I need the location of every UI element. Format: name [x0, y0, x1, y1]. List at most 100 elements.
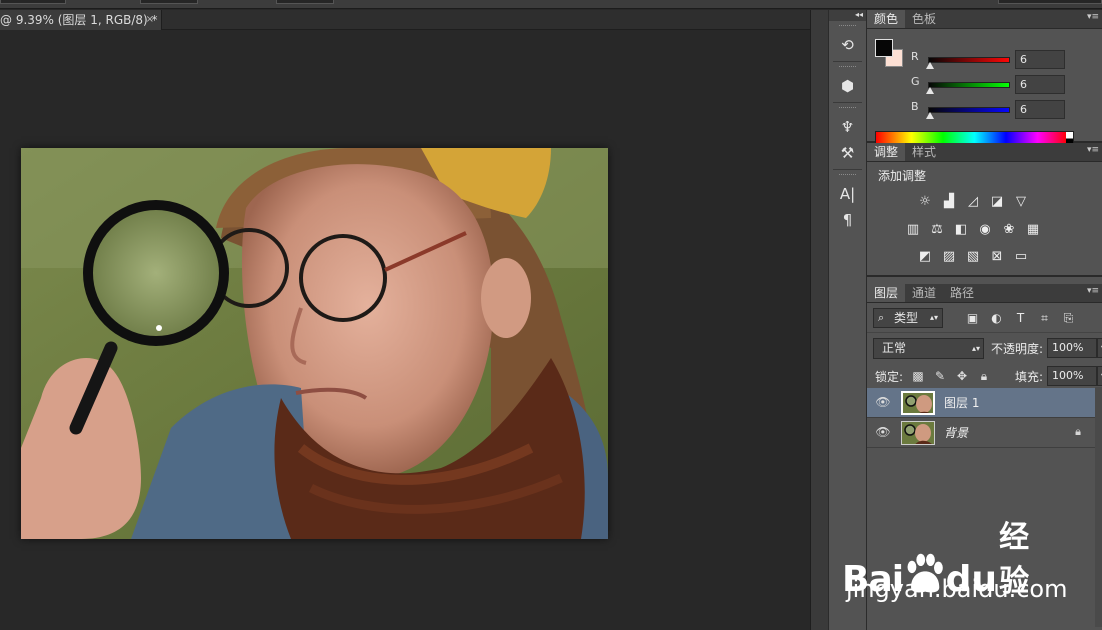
layer-kind-filter-select[interactable]: ⌕ 类型 ▴▾ [873, 308, 943, 328]
curves-icon[interactable]: ◿ [961, 191, 985, 211]
lock-transparent-pixels-icon[interactable]: ▩ [910, 368, 926, 384]
tab-color[interactable]: 颜色 [867, 10, 906, 28]
hue-saturation-icon[interactable]: ▥ [901, 219, 925, 239]
chevron-down-icon[interactable]: ▾ [1097, 338, 1102, 358]
tab-paths[interactable]: 路径 [943, 284, 981, 302]
vibrance-icon[interactable]: ▽ [1009, 191, 1033, 211]
dock-grip[interactable] [839, 25, 856, 31]
lock-label: 锁定: [875, 370, 904, 384]
fill-value: 100% [1052, 369, 1084, 382]
smart-object-filter-icon[interactable]: ⎘ [1059, 310, 1078, 326]
dock-grip[interactable] [839, 107, 856, 113]
workspace-switcher[interactable] [998, 0, 1102, 4]
green-slider-track[interactable] [928, 82, 1010, 88]
adjustments-row-2: ▥ ⚖ ◧ ◉ ❀ ▦ [901, 219, 1045, 239]
right-panels: 颜色 色板 ▾≡ R 6 G 6 B 6 调整 样式 ▾≡ 添加调整 ☼ ▟ ◿… [867, 10, 1102, 630]
pixel-layer-filter-icon[interactable]: ▣ [963, 310, 982, 326]
layer-row-background[interactable]: 👁︎ 背景 🔒︎ [867, 418, 1095, 448]
lock-row: 锁定: ▩ ✎ ✥ 🔒︎ 填充: 100% ▾ [867, 363, 1102, 391]
tab-layers[interactable]: 图层 [867, 284, 906, 302]
tab-strip [162, 10, 810, 30]
close-icon[interactable]: × [146, 10, 154, 30]
red-slider-thumb[interactable] [926, 62, 934, 69]
brightness-contrast-icon[interactable]: ☼ [913, 191, 937, 211]
layer-row-layer-1[interactable]: 👁︎ 图层 1 [867, 388, 1095, 418]
dock-separator [833, 102, 862, 103]
adjustments-panel: 调整 样式 ▾≡ 添加调整 ☼ ▟ ◿ ◪ ▽ ▥ ⚖ ◧ ◉ ❀ ▦ ◩ ▨ … [867, 143, 1102, 277]
blue-value-input[interactable]: 6 [1015, 100, 1065, 119]
blue-slider-track[interactable] [928, 107, 1010, 113]
green-value-input[interactable]: 6 [1015, 75, 1065, 94]
selective-color-icon[interactable]: ⊠ [985, 246, 1009, 266]
visibility-eye-icon[interactable]: 👁︎ [875, 395, 891, 411]
gradient-map-icon[interactable]: ▭ [1009, 246, 1033, 266]
character-icon[interactable]: A| [834, 182, 862, 206]
fill-input[interactable]: 100% ▾ [1047, 366, 1102, 386]
history-icon[interactable]: ⟲ [834, 33, 862, 57]
adjustment-layer-filter-icon[interactable]: ◐ [987, 310, 1006, 326]
lock-image-pixels-icon[interactable]: ✎ [932, 368, 948, 384]
opacity-value: 100% [1052, 341, 1084, 354]
posterize-icon[interactable]: ▨ [937, 246, 961, 266]
tab-styles[interactable]: 样式 [905, 143, 943, 161]
updown-arrow-icon: ▴▾ [929, 313, 938, 322]
opacity-input[interactable]: 100% ▾ [1047, 338, 1102, 358]
panel-menu-icon[interactable]: ▾≡ [1087, 12, 1099, 22]
collapse-dock-button[interactable]: ◂◂ [829, 10, 866, 21]
red-slider-track[interactable] [928, 57, 1010, 63]
options-control[interactable] [276, 0, 334, 4]
tool-presets-icon[interactable]: ⚒ [834, 141, 862, 165]
exposure-icon[interactable]: ◪ [985, 191, 1009, 211]
options-control[interactable] [0, 0, 66, 4]
3d-icon[interactable]: ⬢ [834, 74, 862, 98]
document-tab[interactable]: @ 9.39% (图层 1, RGB/8) * × [0, 10, 162, 30]
adjustments-row-1: ☼ ▟ ◿ ◪ ▽ [913, 191, 1033, 211]
options-control[interactable] [140, 0, 198, 4]
channel-mixer-icon[interactable]: ❀ [997, 219, 1021, 239]
blend-mode-select[interactable]: 正常 ▴▾ [873, 338, 984, 359]
layer-name[interactable]: 图层 1 [944, 394, 979, 411]
layer-filter-icons: ▣ ◐ T ⌗ ⎘ [963, 310, 1078, 326]
color-balance-icon[interactable]: ⚖ [925, 219, 949, 239]
threshold-icon[interactable]: ▧ [961, 246, 985, 266]
layer-name[interactable]: 背景 [944, 424, 968, 441]
color-lookup-icon[interactable]: ▦ [1021, 219, 1045, 239]
black-white-icon[interactable]: ◧ [949, 219, 973, 239]
layer-thumbnail[interactable] [901, 391, 935, 415]
dock-separator [833, 169, 862, 170]
green-slider-thumb[interactable] [926, 87, 934, 94]
panel-dock: ◂◂ ⟲ ⬢ ♆ ⚒ A| ¶ [828, 10, 867, 630]
blue-slider-thumb[interactable] [926, 112, 934, 119]
kind-filter-value: 类型 [894, 311, 919, 325]
lock-icon: 🔒︎ [1075, 425, 1081, 438]
dock-grip[interactable] [839, 174, 856, 180]
visibility-eye-icon[interactable]: 👁︎ [875, 425, 891, 441]
brush-presets-icon[interactable]: ♆ [834, 115, 862, 139]
layer-thumbnail-image [902, 422, 934, 444]
invert-icon[interactable]: ◩ [913, 246, 937, 266]
chevron-down-icon[interactable]: ▾ [1097, 366, 1102, 386]
document-tab-title: @ 9.39% (图层 1, RGB/8) * [0, 13, 158, 27]
lock-all-icon[interactable]: 🔒︎ [976, 368, 992, 384]
layers-scrollbar[interactable] [1095, 387, 1102, 627]
layer-thumbnail[interactable] [901, 421, 935, 445]
panel-menu-icon[interactable]: ▾≡ [1087, 286, 1099, 296]
vertical-scrollbar[interactable] [810, 10, 828, 630]
lock-position-icon[interactable]: ✥ [954, 368, 970, 384]
levels-icon[interactable]: ▟ [937, 191, 961, 211]
red-value-input[interactable]: 6 [1015, 50, 1065, 69]
foreground-color-swatch[interactable] [875, 39, 893, 57]
type-layer-filter-icon[interactable]: T [1011, 310, 1030, 326]
photoshop-window: @ 9.39% (图层 1, RGB/8) * × ◂◂ ⟲ ⬢ ♆ ⚒ A| … [0, 0, 1102, 630]
tab-swatches[interactable]: 色板 [905, 10, 943, 28]
updown-arrow-icon: ▴▾ [971, 344, 980, 353]
blend-row: 正常 ▴▾ 不透明度: 100% ▾ [867, 333, 1102, 363]
tab-adjustments[interactable]: 调整 [867, 143, 906, 161]
document-canvas-image[interactable] [21, 148, 608, 539]
paragraph-icon[interactable]: ¶ [834, 208, 862, 232]
tab-channels[interactable]: 通道 [905, 284, 943, 302]
dock-grip[interactable] [839, 66, 856, 72]
shape-layer-filter-icon[interactable]: ⌗ [1035, 310, 1054, 326]
panel-menu-icon[interactable]: ▾≡ [1087, 145, 1099, 155]
photo-filter-icon[interactable]: ◉ [973, 219, 997, 239]
